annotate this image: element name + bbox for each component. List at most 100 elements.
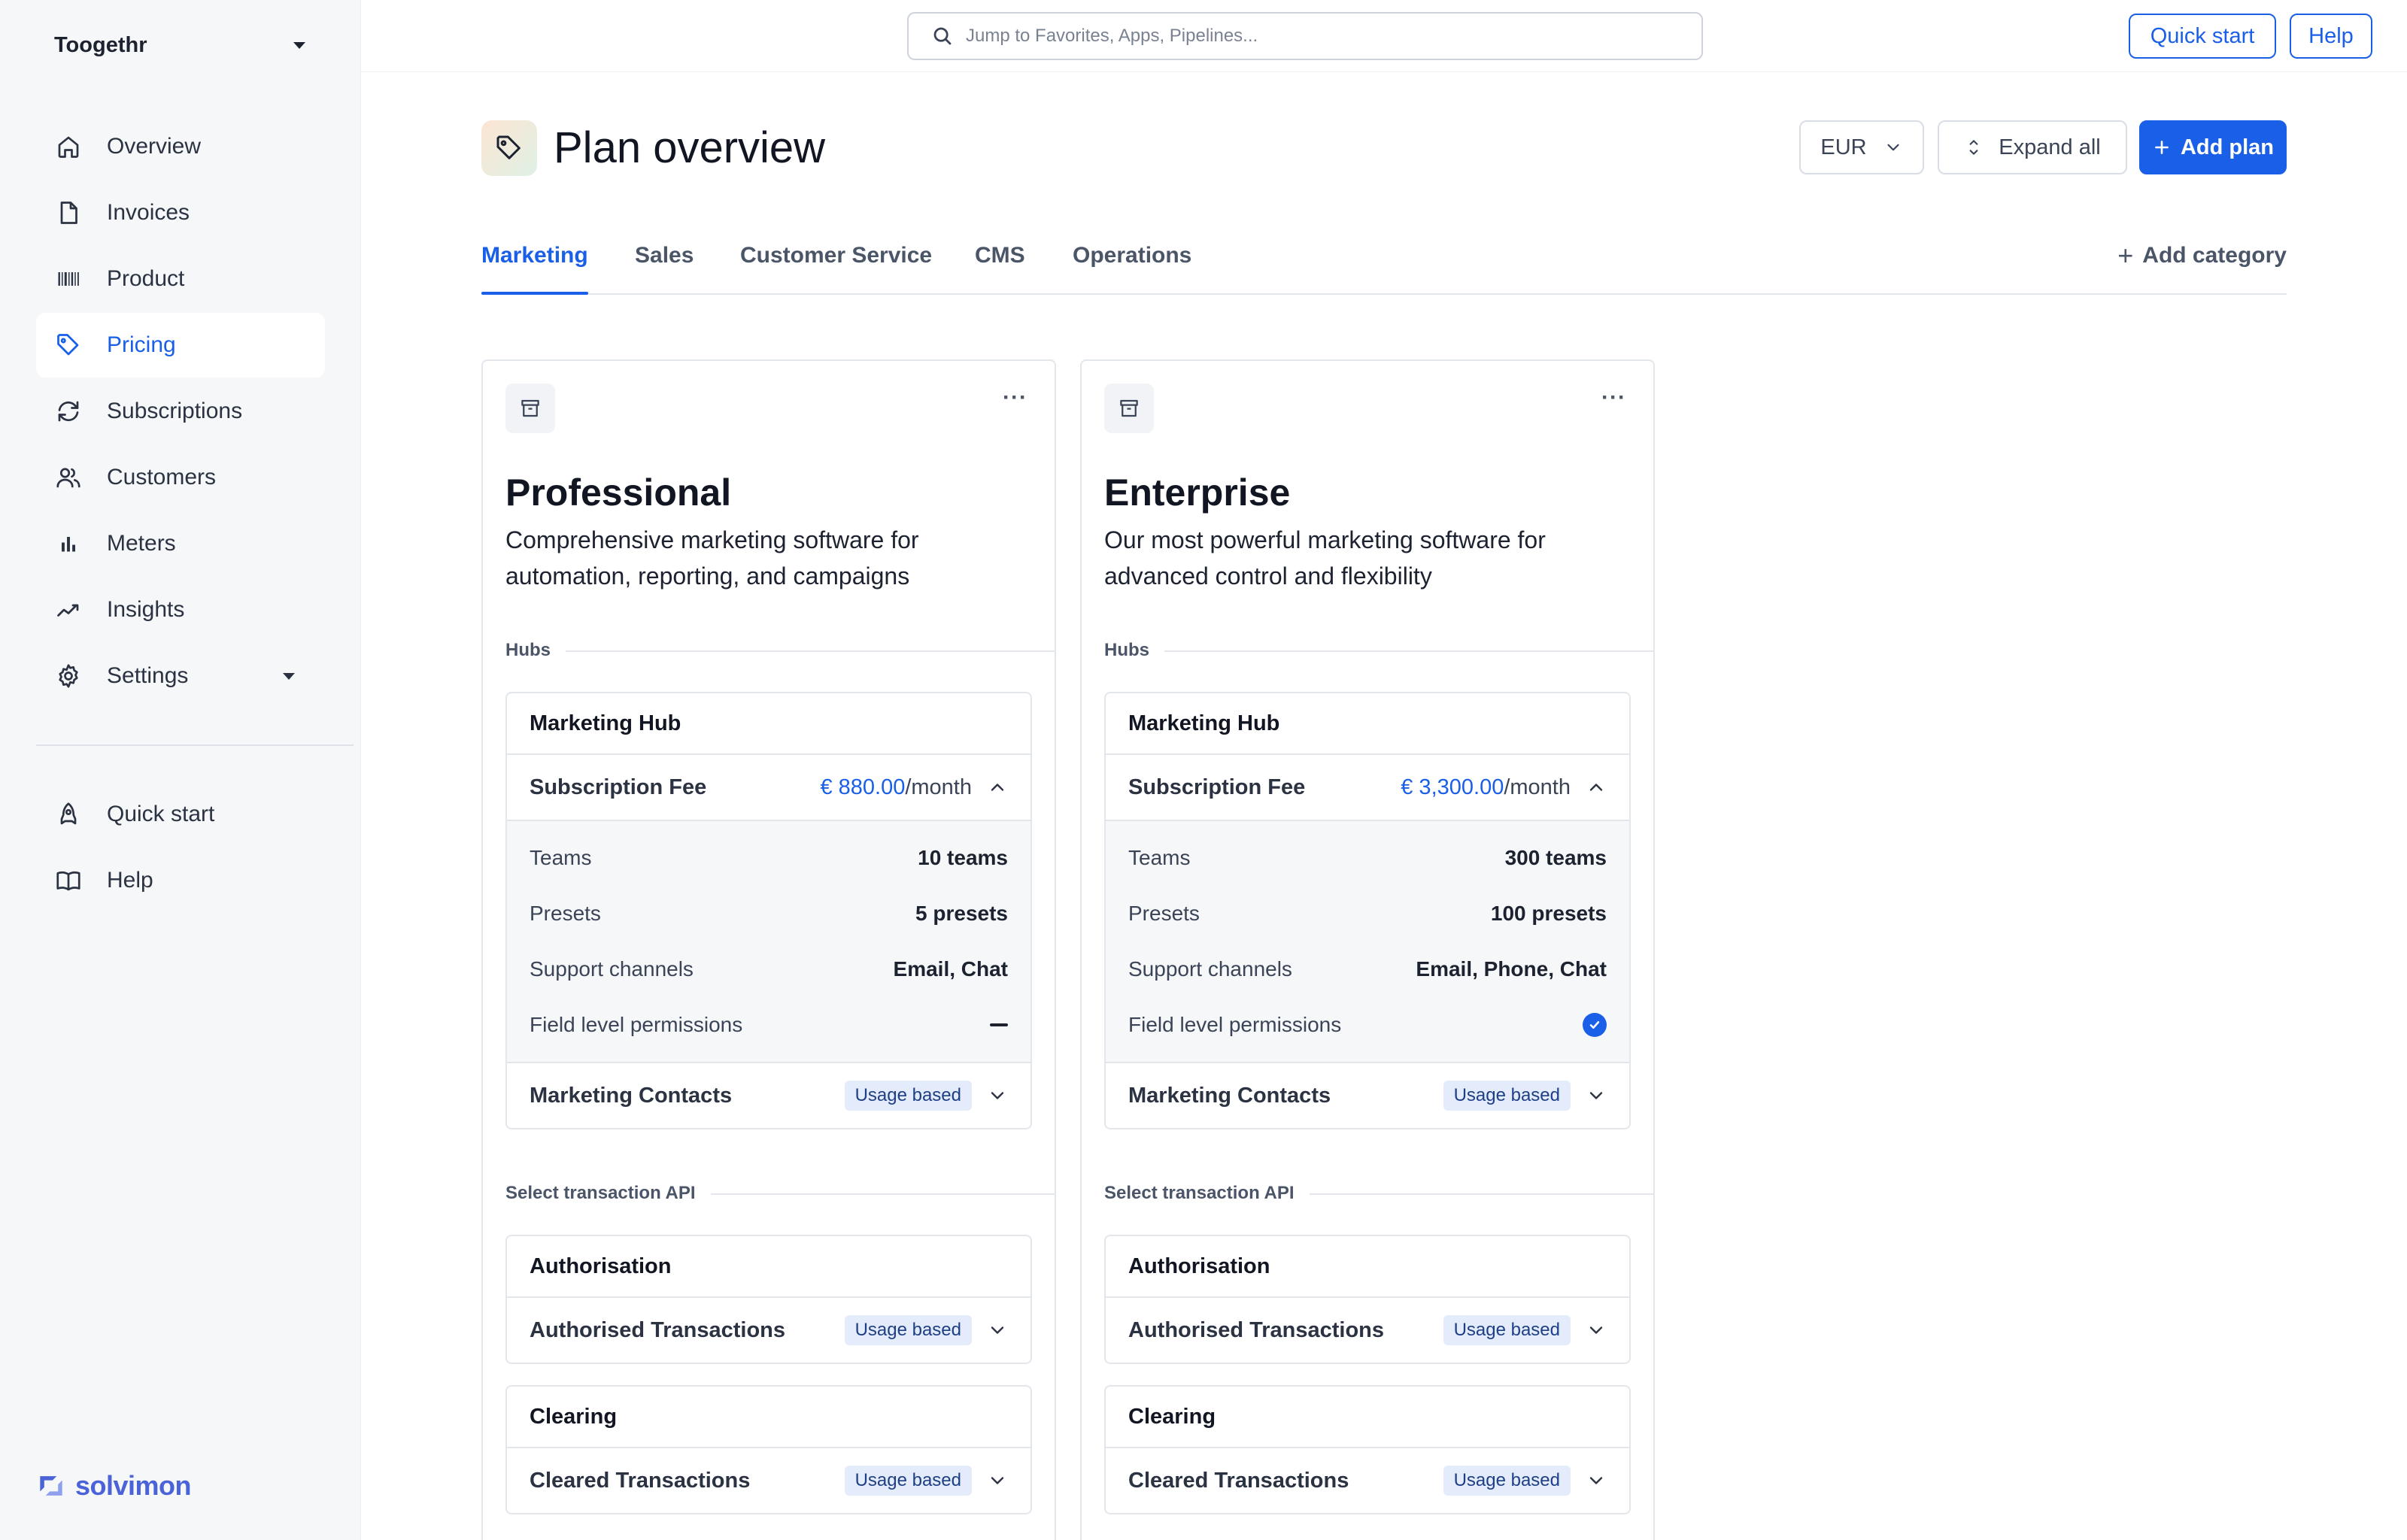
book-icon: [54, 866, 83, 895]
users-icon: [54, 463, 83, 492]
check-circle-icon: [1583, 1013, 1607, 1037]
gear-icon: [54, 662, 83, 690]
sidebar-item-invoices[interactable]: Invoices: [36, 180, 325, 245]
detail-label: Field level permissions: [1128, 1013, 1342, 1036]
cleared-transactions-row[interactable]: Cleared Transactions Usage based: [1106, 1448, 1629, 1513]
currency-select[interactable]: EUR: [1799, 120, 1924, 174]
plan-card-enterprise: ··· Enterprise Our most powerful marketi…: [1080, 359, 1655, 1540]
add-category-label: Add category: [2142, 243, 2287, 268]
row-label: Cleared Transactions: [530, 1468, 751, 1493]
detail-value: Email, Phone, Chat: [1416, 957, 1607, 981]
sidebar-item-pricing[interactable]: Pricing: [36, 313, 325, 377]
sidebar-item-label: Meters: [107, 531, 176, 556]
tab-operations[interactable]: Operations: [1073, 241, 1191, 286]
row-label: Cleared Transactions: [1128, 1468, 1349, 1493]
tag-icon: [54, 331, 83, 359]
sidebar-item-insights[interactable]: Insights: [36, 578, 325, 642]
row-label: Marketing Contacts: [1128, 1083, 1331, 1108]
add-plan-button[interactable]: Add plan: [2139, 120, 2287, 174]
archive-icon[interactable]: [505, 383, 555, 433]
detail-value: 10 teams: [918, 846, 1008, 869]
sidebar-item-label: Settings: [107, 663, 189, 688]
add-category-button[interactable]: + Add category: [2117, 241, 2287, 271]
tab-marketing[interactable]: Marketing: [481, 241, 588, 295]
fee-details: Teams 300 teams Presets 100 presets Supp…: [1106, 820, 1629, 1063]
sidebar-item-customers[interactable]: Customers: [36, 445, 325, 510]
plan-description: Comprehensive marketing software for aut…: [505, 526, 919, 590]
chevron-down-icon[interactable]: [987, 1085, 1008, 1106]
marketing-contacts-row[interactable]: Marketing Contacts Usage based: [1106, 1063, 1629, 1128]
tab-customer-service[interactable]: Customer Service: [740, 241, 932, 286]
chevron-down-icon[interactable]: [987, 1320, 1008, 1341]
tab-cms[interactable]: CMS: [975, 241, 1025, 286]
sidebar-item-help[interactable]: Help: [36, 848, 325, 913]
sidebar-item-settings[interactable]: Settings: [36, 644, 325, 708]
authorised-transactions-row[interactable]: Authorised Transactions Usage based: [507, 1298, 1030, 1363]
detail-label: Support channels: [530, 957, 694, 981]
section-label-hubs: Hubs: [1082, 639, 1653, 662]
detail-label: Support channels: [1128, 957, 1292, 981]
fee-label: Subscription Fee: [530, 775, 707, 799]
usage-based-badge: Usage based: [844, 1315, 972, 1345]
chevron-up-icon[interactable]: [1586, 777, 1607, 798]
plus-icon: [2155, 141, 2169, 154]
quick-start-button[interactable]: Quick start: [2129, 14, 2276, 59]
sidebar-nav: Overview Invoices Product Pricing Subscr…: [36, 114, 325, 710]
chevron-down-icon[interactable]: [987, 1470, 1008, 1491]
sidebar-item-label: Pricing: [107, 332, 176, 357]
plus-icon: +: [2117, 240, 2134, 271]
usage-based-badge: Usage based: [844, 1081, 972, 1111]
box-title: Clearing: [1106, 1387, 1629, 1448]
chevron-up-icon[interactable]: [987, 777, 1008, 798]
authorised-transactions-row[interactable]: Authorised Transactions Usage based: [1106, 1298, 1629, 1363]
detail-value: 5 presets: [915, 902, 1008, 925]
currency-value: EUR: [1820, 135, 1867, 159]
marketing-contacts-row[interactable]: Marketing Contacts Usage based: [507, 1063, 1030, 1128]
fee-period: /month: [905, 775, 972, 799]
hub-box: Marketing Hub Subscription Fee € 880.00 …: [505, 692, 1032, 1129]
subscription-fee-row[interactable]: Subscription Fee € 3,300.00 /month: [1106, 755, 1629, 820]
sidebar: Toogethr Overview Invoices Product Prici…: [0, 0, 361, 1540]
sidebar-item-quick-start[interactable]: Quick start: [36, 782, 325, 847]
box-title: Clearing: [507, 1387, 1030, 1448]
search-input[interactable]: [966, 26, 1701, 47]
sidebar-item-meters[interactable]: Meters: [36, 511, 325, 576]
row-label: Marketing Contacts: [530, 1083, 733, 1108]
tab-sales[interactable]: Sales: [635, 241, 694, 286]
detail-row-teams: Teams 300 teams: [1106, 830, 1629, 886]
sidebar-item-label: Help: [107, 868, 153, 893]
page-icon: [481, 120, 537, 176]
section-label-text: Hubs: [483, 640, 566, 661]
expand-all-button[interactable]: Expand all: [1938, 120, 2127, 174]
help-button[interactable]: Help: [2290, 14, 2372, 59]
sidebar-divider: [36, 744, 354, 746]
more-options-icon[interactable]: ···: [1003, 385, 1027, 411]
subscription-fee-row[interactable]: Subscription Fee € 880.00 /month: [507, 755, 1030, 820]
home-icon: [54, 132, 83, 161]
chevron-down-icon[interactable]: [1586, 1320, 1607, 1341]
plan-card-professional: ··· Professional Comprehensive marketing…: [481, 359, 1056, 1540]
clearing-box: Clearing Cleared Transactions Usage base…: [505, 1385, 1032, 1514]
fee-details: Teams 10 teams Presets 5 presets Support…: [507, 820, 1030, 1063]
refresh-icon: [54, 397, 83, 426]
rocket-icon: [54, 800, 83, 829]
search-box[interactable]: [907, 12, 1703, 60]
hub-title: Marketing Hub: [507, 693, 1030, 755]
archive-icon[interactable]: [1104, 383, 1154, 433]
cleared-transactions-row[interactable]: Cleared Transactions Usage based: [507, 1448, 1030, 1513]
chevron-down-icon[interactable]: [1586, 1470, 1607, 1491]
chevron-down-icon[interactable]: [1586, 1085, 1607, 1106]
sidebar-item-overview[interactable]: Overview: [36, 114, 325, 179]
sidebar-item-label: Insights: [107, 597, 185, 622]
brand-name: solvimon: [75, 1470, 192, 1501]
sidebar-item-subscriptions[interactable]: Subscriptions: [36, 379, 325, 444]
more-options-icon[interactable]: ···: [1601, 385, 1626, 411]
sidebar-item-label: Invoices: [107, 200, 190, 225]
chevron-down-icon: [1887, 144, 1899, 151]
detail-row-presets: Presets 5 presets: [507, 886, 1030, 941]
expand-vertical-icon: [1969, 140, 1978, 155]
usage-based-badge: Usage based: [1443, 1466, 1571, 1496]
workspace-switcher[interactable]: Toogethr: [54, 30, 310, 60]
sidebar-item-product[interactable]: Product: [36, 247, 325, 311]
section-label-text: Hubs: [1082, 640, 1164, 661]
